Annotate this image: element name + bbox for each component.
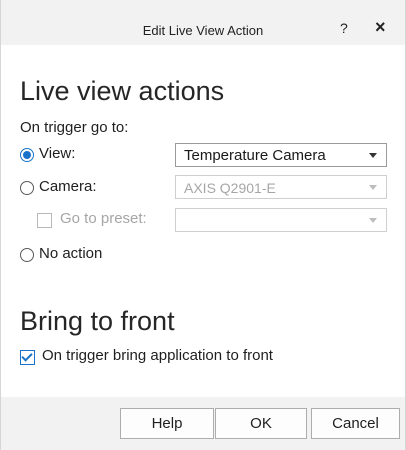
no-action-radio[interactable]: [20, 248, 34, 262]
on-trigger-label: On trigger go to:: [20, 119, 129, 136]
ok-button[interactable]: OK: [215, 408, 307, 439]
camera-select-value: AXIS Q2901-E: [184, 180, 276, 196]
cancel-button[interactable]: Cancel: [311, 408, 400, 439]
view-radio-label[interactable]: View:: [39, 145, 75, 162]
no-action-label[interactable]: No action: [39, 245, 102, 262]
preset-select[interactable]: [175, 208, 387, 232]
chevron-down-icon: [369, 153, 377, 158]
bring-to-front-label[interactable]: On trigger bring application to front: [42, 347, 273, 364]
go-to-preset-label[interactable]: Go to preset:: [60, 210, 147, 227]
question-mark-icon[interactable]: ?: [340, 20, 348, 36]
view-select[interactable]: Temperature Camera: [175, 143, 387, 167]
camera-select[interactable]: AXIS Q2901-E: [175, 175, 387, 199]
bring-to-front-checkbox[interactable]: [20, 350, 35, 365]
bring-to-front-heading: Bring to front: [20, 306, 175, 336]
chevron-down-icon: [369, 218, 377, 223]
go-to-preset-checkbox[interactable]: [37, 213, 52, 228]
view-radio[interactable]: [20, 148, 34, 162]
camera-radio-label[interactable]: Camera:: [39, 178, 97, 195]
view-select-value: Temperature Camera: [184, 147, 326, 164]
help-button[interactable]: Help: [120, 408, 214, 439]
camera-radio[interactable]: [20, 181, 34, 195]
close-icon[interactable]: ×: [375, 18, 386, 36]
title-bar: Edit Live View Action ? ×: [1, 0, 405, 45]
chevron-down-icon: [369, 185, 377, 190]
edit-live-view-action-dialog: Edit Live View Action ? × Live view acti…: [0, 0, 406, 450]
live-view-actions-heading: Live view actions: [20, 76, 225, 106]
